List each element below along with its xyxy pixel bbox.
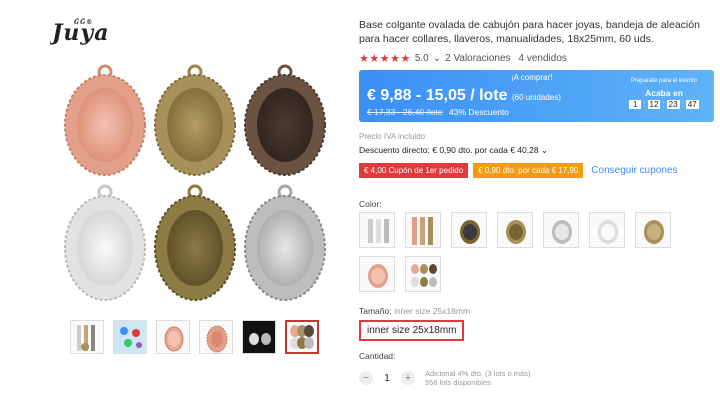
thumbnail-strip (70, 320, 319, 354)
countdown-minutes: 23 (666, 100, 680, 109)
first-order-coupon[interactable]: € 4,00 Cupón de 1er pedido (359, 163, 469, 178)
additional-discount: Adicional 4% dto. (3 lots o más) (425, 369, 531, 378)
vat-note: Precio IVA incluido (359, 132, 426, 141)
price-units: (60 unidades) (511, 93, 561, 102)
color-option-5[interactable] (543, 212, 579, 248)
quantity-stepper: − 1 + Adicional 4% dto. (3 lots o más) 5… (359, 369, 530, 387)
color-option-3[interactable] (451, 212, 487, 248)
thumbnail-4[interactable] (199, 320, 233, 354)
color-option-4[interactable] (497, 212, 533, 248)
thumbnail-6-selected[interactable] (285, 320, 319, 354)
quantity-value[interactable]: 1 (381, 373, 393, 384)
reviews-link[interactable]: 2 Valoraciones (445, 53, 510, 64)
thumbnail-1[interactable] (70, 320, 104, 354)
copper-pendant (244, 64, 326, 176)
color-option-9-mixed[interactable] (405, 256, 441, 292)
amount-coupon[interactable]: € 0,90 dto. por cada € 17,90 (473, 163, 584, 178)
rating-value: 5.0 (414, 53, 429, 64)
price-banner: ¡A comprar! € 9,88 - 15,05 / lote (60 un… (359, 70, 714, 122)
countdown-title: Acaba en (645, 88, 683, 98)
brand-logo: Juya ḠḠ® (48, 18, 110, 52)
rating-dropdown-icon[interactable]: ⌄ (433, 53, 441, 64)
antique-bronze-pendant (154, 184, 236, 301)
size-label-row: Tamaño: inner size 25x18mm (359, 306, 470, 316)
pendants-illustration (64, 64, 326, 301)
color-option-8[interactable] (359, 256, 395, 292)
price-range: € 9,88 - 15,05 / lote (60 unidades) (367, 87, 561, 105)
quantity-label: Cantidad: (359, 351, 396, 361)
size-value: inner size 25x18mm (393, 306, 471, 316)
coupons-row: € 4,00 Cupón de 1er pedido € 0,90 dto. p… (359, 163, 677, 178)
countdown-timer: 1 : 12 : 23 : 47 (614, 100, 714, 109)
price-value: € 9,88 - 15,05 / lote (367, 87, 508, 104)
product-details: Base colgante ovalada de cabujón para ha… (359, 0, 720, 393)
color-option-7[interactable] (635, 212, 671, 248)
product-gallery: Juya ḠḠ® (0, 0, 350, 393)
quantity-info: Adicional 4% dto. (3 lots o más) 556 lot… (425, 369, 530, 387)
svg-text:ḠḠ®: ḠḠ® (74, 18, 93, 26)
quantity-plus-button[interactable]: + (401, 371, 415, 385)
countdown-seconds: 47 (685, 100, 699, 109)
old-price: € 17,33 - 26,40 /lote (367, 107, 443, 117)
main-product-image[interactable] (60, 60, 330, 310)
bronze-pendant (154, 64, 236, 176)
thumbnail-3[interactable] (156, 320, 190, 354)
sale-tag: ¡A comprar! (511, 73, 553, 82)
thumbnail-2[interactable] (113, 320, 147, 354)
get-coupons-link[interactable]: Conseguir cupones (591, 165, 677, 176)
color-label: Color: (359, 199, 382, 209)
countdown-sep: : (643, 100, 646, 109)
product-title: Base colgante ovalada de cabujón para ha… (359, 19, 700, 45)
countdown-days: 1 (629, 100, 642, 109)
rose-gold-pendant (64, 64, 146, 176)
rating-stars-icon: ★★★★★ (359, 53, 411, 65)
size-label: Tamaño: (359, 306, 392, 316)
countdown-sep: : (681, 100, 684, 109)
countdown: Preparate para el evento Acaba en 1 : 12… (614, 78, 714, 114)
quantity-minus-button[interactable]: − (359, 371, 373, 385)
color-swatches (359, 212, 679, 292)
sold-count: 4 vendidos (518, 53, 567, 64)
countdown-sep: : (662, 100, 665, 109)
silver-pendant (64, 184, 146, 301)
countdown-hours: 12 (647, 100, 661, 109)
color-option-1[interactable] (359, 212, 395, 248)
antique-silver-pendant (244, 184, 326, 301)
direct-discount[interactable]: Descuento directo: € 0,90 dto. por cada … (359, 145, 548, 156)
discount-percent: 43% Descuento (449, 107, 510, 117)
thumbnail-5[interactable] (242, 320, 276, 354)
available-lots: 556 lots disponibles (425, 378, 491, 387)
color-option-6[interactable] (589, 212, 625, 248)
old-price-row: € 17,33 - 26,40 /lote 43% Descuento (367, 107, 509, 117)
color-option-2[interactable] (405, 212, 441, 248)
size-option-selected[interactable]: inner size 25x18mm (359, 320, 465, 341)
rating-row: ★★★★★ 5.0 ⌄ 2 Valoraciones 4 vendidos (359, 52, 567, 65)
countdown-label: Preparate para el evento (630, 78, 698, 84)
